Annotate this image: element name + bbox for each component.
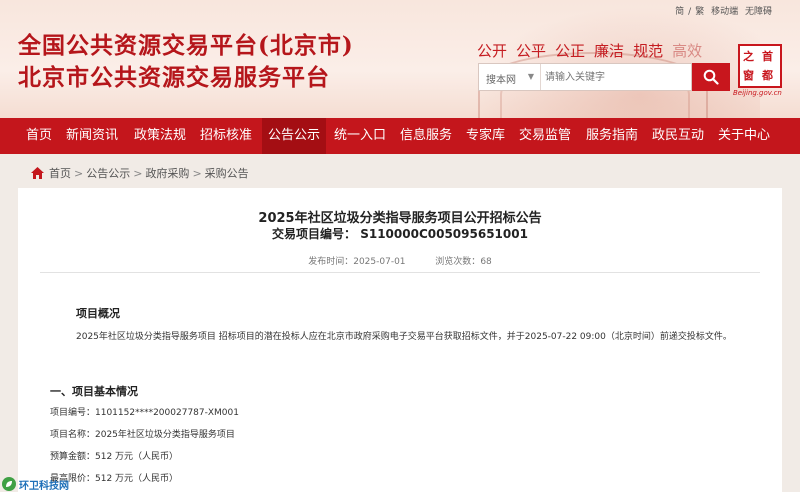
nav-item-unified-entry[interactable]: 统一入口 bbox=[334, 118, 386, 154]
leaf-icon bbox=[2, 477, 16, 491]
nav-item-announcements[interactable]: 公告公示 bbox=[262, 118, 327, 154]
slogan-item: 公正 bbox=[555, 42, 586, 60]
published-label: 发布时间： bbox=[308, 257, 354, 267]
top-link-separator: / bbox=[688, 7, 692, 17]
views-count: 68 bbox=[480, 257, 492, 267]
capital-window-logo[interactable]: 之 首 窗 都 bbox=[738, 44, 782, 88]
mobile-link[interactable]: 移动端 bbox=[711, 7, 738, 17]
nav-item-news[interactable]: 新闻资讯 bbox=[66, 118, 118, 154]
traditional-link[interactable]: 繁 bbox=[695, 7, 704, 17]
breadcrumb-procurement-notice[interactable]: 采购公告 bbox=[205, 165, 249, 181]
breadcrumb-home[interactable]: 首页 bbox=[49, 165, 71, 181]
slogan-item: 高效 bbox=[672, 42, 703, 60]
main-nav: 首页 新闻资讯 政策法规 招标核准 公告公示 统一入口 信息服务 专家库 交易监… bbox=[0, 118, 800, 154]
top-links: 简 / 繁 移动端 无障碍 bbox=[671, 4, 772, 17]
nav-item-policy[interactable]: 政策法规 bbox=[134, 118, 186, 154]
accessibility-link[interactable]: 无障碍 bbox=[745, 7, 772, 17]
slogan-item: 规范 bbox=[633, 42, 664, 60]
field-max-price: 最高限价：512 万元（人民币） bbox=[50, 474, 179, 484]
search-box: 搜本网 ▼ bbox=[478, 63, 692, 91]
search-scope-label: 搜本网 bbox=[486, 75, 516, 86]
article-meta: 发布时间：2025-07-01 浏览次数：68 bbox=[18, 254, 782, 267]
nav-item-supervision[interactable]: 交易监管 bbox=[519, 118, 571, 154]
article-title: 2025年社区垃圾分类指导服务项目公开招标公告 bbox=[258, 211, 542, 226]
slogan-item: 廉洁 bbox=[594, 42, 625, 60]
site-title-line1: 全国公共资源交易平台(北京市) bbox=[18, 32, 354, 59]
logo-english-text: Beijing.gov.cn bbox=[733, 89, 782, 97]
article-card: 2025年社区垃圾分类指导服务项目公开招标公告 交易项目编号： S110000C… bbox=[18, 188, 782, 492]
nav-item-home[interactable]: 首页 bbox=[26, 118, 52, 154]
breadcrumb-separator: > bbox=[192, 166, 202, 180]
overview-heading: 项目概况 bbox=[76, 307, 120, 320]
site-header: 全国公共资源交易平台(北京市) 北京市公共资源交易服务平台 简 / 繁 移动端 无障… bbox=[0, 0, 800, 118]
nav-item-about[interactable]: 关于中心 bbox=[718, 118, 770, 154]
watermark-text: 环卫科技网 bbox=[19, 480, 69, 492]
search-button[interactable] bbox=[692, 63, 730, 91]
slogan-row: 公开 公平 公正 廉洁 规范 高效 bbox=[477, 40, 711, 61]
field-budget: 预算金额：512 万元（人民币） bbox=[50, 452, 179, 462]
nav-item-bid-approval[interactable]: 招标核准 bbox=[200, 118, 252, 154]
site-title-line2: 北京市公共资源交易服务平台 bbox=[18, 64, 330, 91]
published-date: 2025-07-01 bbox=[353, 257, 406, 267]
nav-item-info-service[interactable]: 信息服务 bbox=[400, 118, 452, 154]
search-icon bbox=[703, 69, 719, 85]
search-input[interactable] bbox=[545, 65, 685, 89]
project-code: 交易项目编号： S110000C005095651001 bbox=[272, 227, 528, 241]
logo-char: 窗 bbox=[743, 69, 754, 82]
breadcrumb: 首页 > 公告公示 > 政府采购 > 采购公告 bbox=[30, 164, 249, 182]
watermark: 环卫科技网 bbox=[2, 476, 69, 492]
logo-char: 之 bbox=[743, 50, 754, 63]
breadcrumb-announcements[interactable]: 公告公示 bbox=[86, 165, 130, 181]
slogan-item: 公平 bbox=[516, 42, 547, 60]
breadcrumb-separator: > bbox=[133, 166, 143, 180]
field-project-name: 项目名称：2025年社区垃圾分类指导服务项目 bbox=[50, 430, 235, 440]
logo-char: 都 bbox=[762, 69, 773, 82]
slogan-item: 公开 bbox=[477, 42, 508, 60]
nav-item-interaction[interactable]: 政民互动 bbox=[652, 118, 704, 154]
field-project-number: 项目编号：1101152****200027787-XM001 bbox=[50, 408, 239, 418]
chevron-down-icon: ▼ bbox=[527, 72, 534, 81]
meta-divider bbox=[40, 272, 760, 273]
logo-char: 首 bbox=[762, 50, 773, 63]
breadcrumb-separator: > bbox=[74, 166, 84, 180]
home-icon bbox=[31, 167, 44, 179]
simplified-link[interactable]: 简 bbox=[675, 7, 684, 17]
breadcrumb-gov-procurement[interactable]: 政府采购 bbox=[145, 165, 189, 181]
nav-item-service-guide[interactable]: 服务指南 bbox=[586, 118, 638, 154]
overview-paragraph: 2025年社区垃圾分类指导服务项目 招标项目的潜在投标人应在北京市政府采购电子交… bbox=[76, 332, 732, 342]
section-heading: 一、项目基本情况 bbox=[50, 385, 138, 398]
nav-item-expert-pool[interactable]: 专家库 bbox=[466, 118, 505, 154]
search-scope-select[interactable]: 搜本网 ▼ bbox=[479, 64, 541, 90]
views-label: 浏览次数： bbox=[435, 257, 481, 267]
